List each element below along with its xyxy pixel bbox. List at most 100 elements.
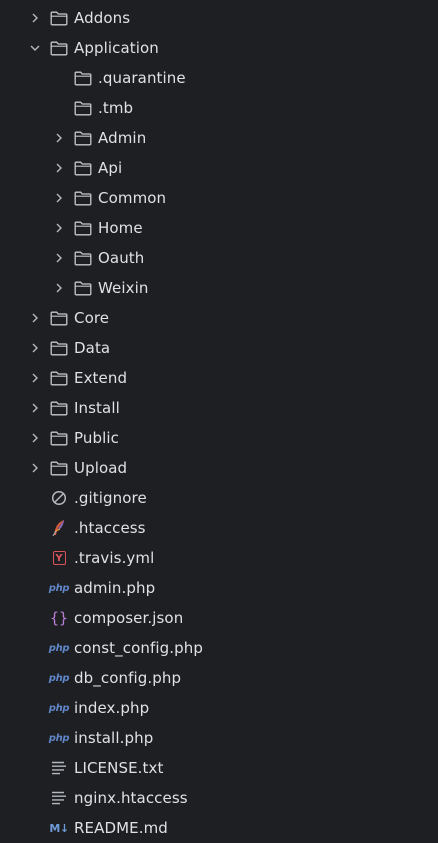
- tree-file-install-php[interactable]: php install.php: [0, 723, 430, 753]
- json-icon: {}: [49, 609, 69, 627]
- tree-item-label: Admin: [98, 129, 147, 147]
- tree-item-label: LICENSE.txt: [74, 759, 164, 777]
- tree-folder-install[interactable]: Install: [0, 393, 430, 423]
- chevron-right-icon[interactable]: [52, 131, 66, 145]
- chevron-right-icon[interactable]: [28, 341, 42, 355]
- tree-file-readme-md[interactable]: M↓ README.md: [0, 813, 430, 843]
- text-file-icon: [50, 789, 68, 807]
- folder-icon: [50, 369, 68, 387]
- tree-item-label: Common: [98, 189, 167, 207]
- tree-folder-core[interactable]: Core: [0, 303, 430, 333]
- tree-folder-public[interactable]: Public: [0, 423, 430, 453]
- folder-icon: [50, 309, 68, 327]
- php-icon: php: [48, 732, 70, 744]
- folder-icon: [74, 279, 92, 297]
- tree-item-label: Home: [98, 219, 143, 237]
- tree-folder-upload[interactable]: Upload: [0, 453, 430, 483]
- chevron-right-icon[interactable]: [28, 431, 42, 445]
- chevron-down-icon[interactable]: [28, 41, 42, 55]
- chevron-right-icon[interactable]: [28, 401, 42, 415]
- tree-folder-data[interactable]: Data: [0, 333, 430, 363]
- chevron-right-icon[interactable]: [28, 461, 42, 475]
- tree-folder-admin[interactable]: Admin: [0, 123, 430, 153]
- chevron-right-icon[interactable]: [28, 11, 42, 25]
- php-icon: php: [48, 672, 70, 684]
- tree-item-label: .travis.yml: [74, 549, 155, 567]
- tree-file-nginx-htaccess[interactable]: nginx.htaccess: [0, 783, 430, 813]
- tree-folder-home[interactable]: Home: [0, 213, 430, 243]
- tree-item-label: Public: [74, 429, 119, 447]
- tree-item-label: Application: [74, 39, 159, 57]
- tree-file-const-config-php[interactable]: php const_config.php: [0, 633, 430, 663]
- folder-icon: [74, 129, 92, 147]
- folder-icon: [50, 459, 68, 477]
- tree-item-label: Api: [98, 159, 123, 177]
- folder-icon: [74, 159, 92, 177]
- tree-file-index-php[interactable]: php index.php: [0, 693, 430, 723]
- folder-icon: [74, 99, 92, 117]
- tree-item-label: .gitignore: [74, 489, 147, 507]
- tree-folder-addons[interactable]: Addons: [0, 3, 430, 33]
- markdown-icon: M↓: [49, 821, 69, 835]
- tree-folder-weixin[interactable]: Weixin: [0, 273, 430, 303]
- tree-item-label: Addons: [74, 9, 131, 27]
- project-file-tree: Addons Application .quarantine .tmb Admin Api…: [0, 0, 438, 840]
- tree-file-dot-travis-yml[interactable]: Y .travis.yml: [0, 543, 430, 573]
- tree-file-db-config-php[interactable]: php db_config.php: [0, 663, 430, 693]
- tree-file-admin-php[interactable]: php admin.php: [0, 573, 430, 603]
- php-icon: php: [48, 642, 70, 654]
- chevron-right-icon[interactable]: [52, 251, 66, 265]
- tree-folder-api[interactable]: Api: [0, 153, 430, 183]
- folder-icon: [74, 189, 92, 207]
- apache-feather-icon: [50, 519, 68, 537]
- folder-icon: [74, 69, 92, 87]
- php-icon: php: [48, 582, 70, 594]
- tree-folder-dot-tmb[interactable]: .tmb: [0, 93, 430, 123]
- chevron-right-icon[interactable]: [52, 191, 66, 205]
- tree-item-label: const_config.php: [74, 639, 203, 657]
- tree-folder-oauth[interactable]: Oauth: [0, 243, 430, 273]
- tree-file-license-txt[interactable]: LICENSE.txt: [0, 753, 430, 783]
- chevron-right-icon[interactable]: [28, 371, 42, 385]
- tree-item-label: .htaccess: [74, 519, 146, 537]
- tree-item-label: Extend: [74, 369, 128, 387]
- tree-folder-common[interactable]: Common: [0, 183, 430, 213]
- chevron-right-icon[interactable]: [28, 311, 42, 325]
- tree-item-label: nginx.htaccess: [74, 789, 188, 807]
- tree-item-label: Install: [74, 399, 120, 417]
- text-file-icon: [50, 759, 68, 777]
- tree-item-label: composer.json: [74, 609, 184, 627]
- tree-item-label: Upload: [74, 459, 128, 477]
- scrollbar-track[interactable]: [430, 0, 438, 840]
- tree-file-composer-json[interactable]: {} composer.json: [0, 603, 430, 633]
- tree-file-dot-htaccess[interactable]: .htaccess: [0, 513, 430, 543]
- tree-item-label: Core: [74, 309, 110, 327]
- folder-icon: [50, 339, 68, 357]
- tree-file-dot-gitignore[interactable]: .gitignore: [0, 483, 430, 513]
- tree-item-label: Data: [74, 339, 111, 357]
- chevron-right-icon[interactable]: [52, 281, 66, 295]
- yaml-icon: Y: [50, 549, 68, 567]
- php-icon: php: [48, 702, 70, 714]
- tree-folder-dot-quarantine[interactable]: .quarantine: [0, 63, 430, 93]
- folder-icon: [50, 399, 68, 417]
- chevron-right-icon[interactable]: [52, 161, 66, 175]
- tree-item-label: .tmb: [98, 99, 134, 117]
- folder-icon: [50, 9, 68, 27]
- tree-folder-application[interactable]: Application: [0, 33, 430, 63]
- tree-item-label: index.php: [74, 699, 150, 717]
- chevron-right-icon[interactable]: [52, 221, 66, 235]
- tree-folder-extend[interactable]: Extend: [0, 363, 430, 393]
